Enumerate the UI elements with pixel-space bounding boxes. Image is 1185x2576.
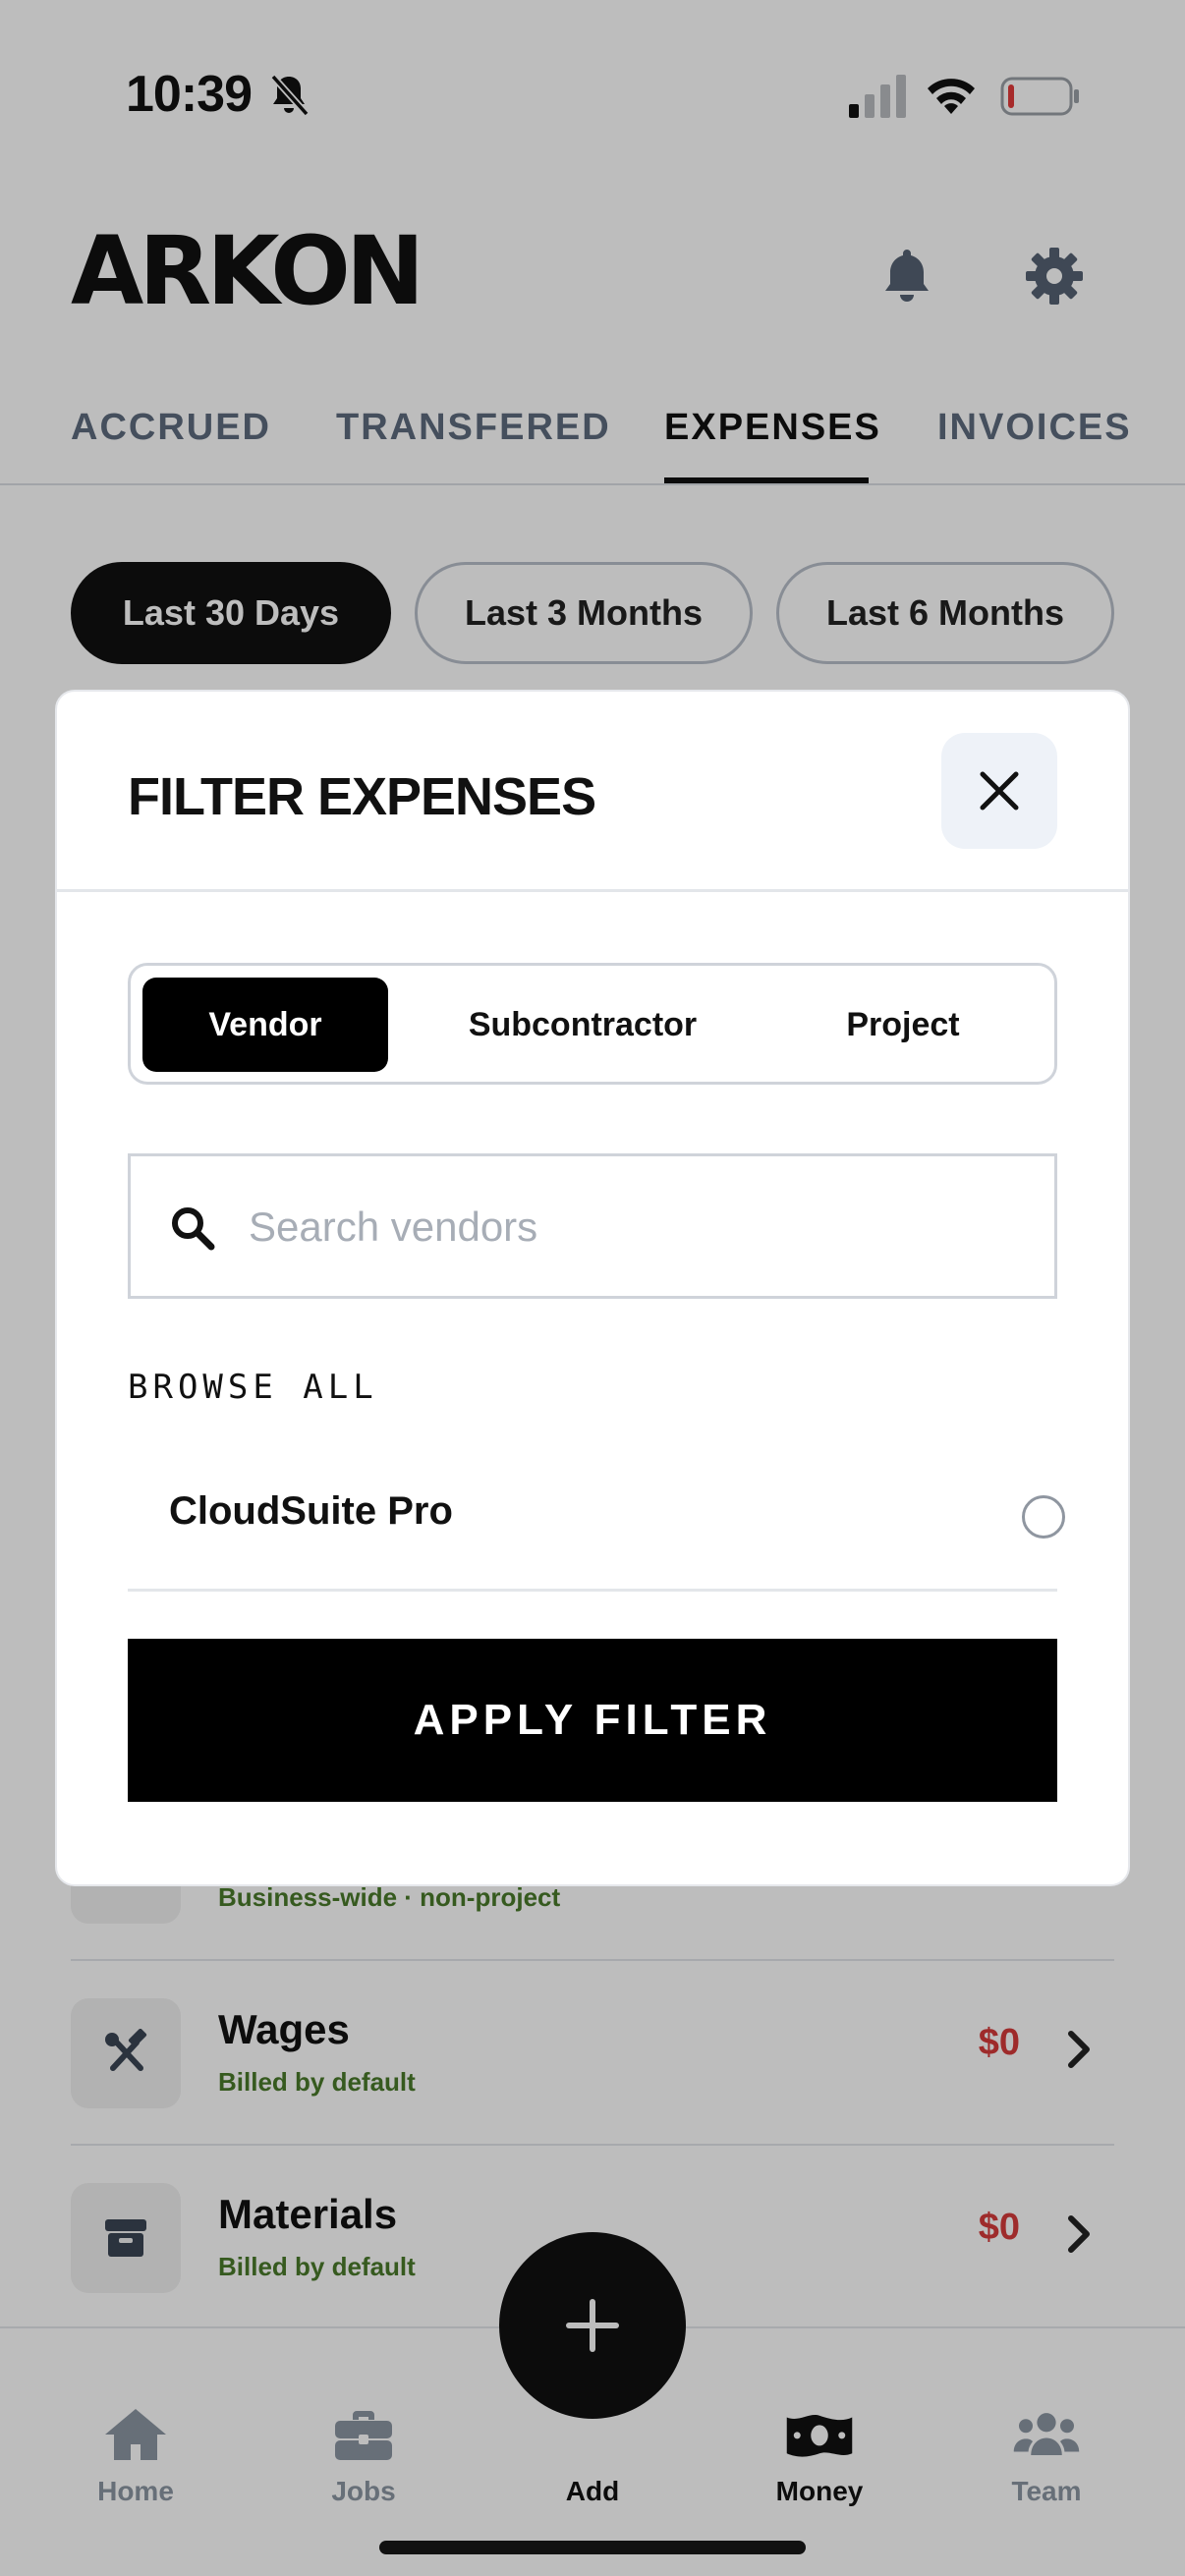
vendor-option-row[interactable]: CloudSuite Pro: [128, 1440, 1065, 1592]
segment-project[interactable]: Project: [775, 978, 1031, 1072]
modal-header: FILTER EXPENSES: [57, 692, 1128, 892]
app-screen: 10:39 ARKON ACCRUED TRANSFERED EXPENSES …: [0, 0, 1185, 2576]
segment-vendor[interactable]: Vendor: [142, 978, 388, 1072]
apply-filter-button[interactable]: APPLY FILTER: [128, 1639, 1057, 1802]
close-modal-button[interactable]: [941, 733, 1057, 849]
segment-subcontractor[interactable]: Subcontractor: [425, 978, 740, 1072]
search-icon: [172, 1207, 215, 1251]
browse-all-label: BROWSE ALL: [128, 1368, 378, 1407]
close-icon: [980, 771, 1019, 811]
vendor-radio-button[interactable]: [1022, 1495, 1065, 1539]
filter-type-segmented-control: Vendor Subcontractor Project: [128, 963, 1057, 1085]
home-indicator: [379, 2541, 806, 2554]
search-vendors-input[interactable]: [249, 1186, 1035, 1268]
vendor-name: CloudSuite Pro: [169, 1489, 453, 1533]
filter-expenses-modal: FILTER EXPENSES Vendor Subcontractor Pro…: [55, 690, 1130, 1886]
vendor-search-box: [128, 1153, 1057, 1299]
modal-title: FILTER EXPENSES: [128, 767, 596, 826]
